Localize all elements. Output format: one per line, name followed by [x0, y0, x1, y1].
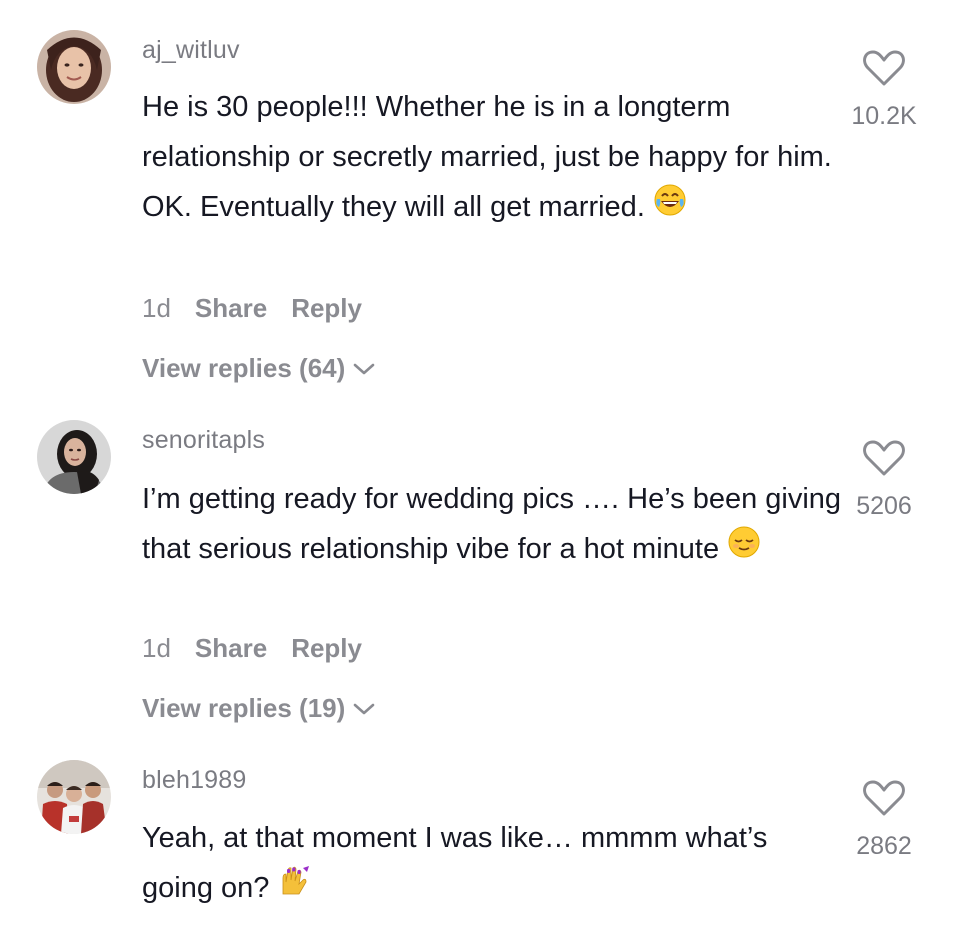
- nail-polish-emoji-icon: [277, 864, 311, 914]
- view-replies-button[interactable]: View replies (64): [142, 353, 377, 384]
- like-count: 5206: [856, 492, 912, 520]
- avatar[interactable]: [37, 760, 111, 834]
- avatar[interactable]: [37, 420, 111, 494]
- like-button[interactable]: 5206: [834, 438, 934, 521]
- relieved-face-emoji-icon: [727, 525, 761, 575]
- like-count: 2862: [856, 832, 912, 860]
- comment-body: Yeah, at that moment I was like… mmmm wh…: [142, 822, 768, 904]
- comment-meta: 1d Share Reply: [142, 633, 362, 664]
- like-count: 10.2K: [851, 102, 917, 130]
- reply-button[interactable]: Reply: [291, 293, 362, 324]
- user-avatar-group-icon: [37, 760, 111, 834]
- user-avatar-woman-icon: [37, 30, 111, 104]
- comment-text: Yeah, at that moment I was like… mmmm wh…: [142, 813, 782, 914]
- view-replies-label: View replies (19): [142, 693, 346, 723]
- like-button[interactable]: 10.2K: [834, 48, 934, 131]
- heart-outline-icon: [863, 440, 905, 476]
- comment-meta: 1d Share Reply: [142, 293, 362, 324]
- reply-button[interactable]: Reply: [291, 633, 362, 664]
- comment-body: He is 30 people!!! Whether he is in a lo…: [142, 91, 832, 223]
- tears-of-joy-emoji-icon: [653, 183, 687, 233]
- username[interactable]: aj_witluv: [142, 36, 240, 65]
- chevron-down-icon: [353, 703, 375, 714]
- comment-item: aj_witluv He is 30 people!!! Whether he …: [0, 0, 960, 400]
- view-replies-label: View replies (64): [142, 353, 346, 383]
- avatar[interactable]: [37, 30, 111, 104]
- like-button[interactable]: 2862: [834, 778, 934, 861]
- chevron-down-icon: [353, 363, 375, 374]
- comment-item: senoritapls I’m getting ready for weddin…: [0, 400, 960, 740]
- username[interactable]: bleh1989: [142, 766, 246, 795]
- share-button[interactable]: Share: [195, 293, 267, 324]
- comment-time: 1d: [142, 633, 171, 663]
- heart-outline-icon: [863, 50, 905, 86]
- comment-text: He is 30 people!!! Whether he is in a lo…: [142, 82, 842, 233]
- comment-item: bleh1989 Yeah, at that moment I was like…: [0, 740, 960, 926]
- comment-text: I’m getting ready for wedding pics …. He…: [142, 474, 842, 575]
- username[interactable]: senoritapls: [142, 426, 265, 455]
- share-button[interactable]: Share: [195, 633, 267, 664]
- user-avatar-woman-dark-hair-icon: [37, 420, 111, 494]
- heart-outline-icon: [863, 780, 905, 816]
- view-replies-button[interactable]: View replies (19): [142, 693, 377, 724]
- comment-time: 1d: [142, 293, 171, 323]
